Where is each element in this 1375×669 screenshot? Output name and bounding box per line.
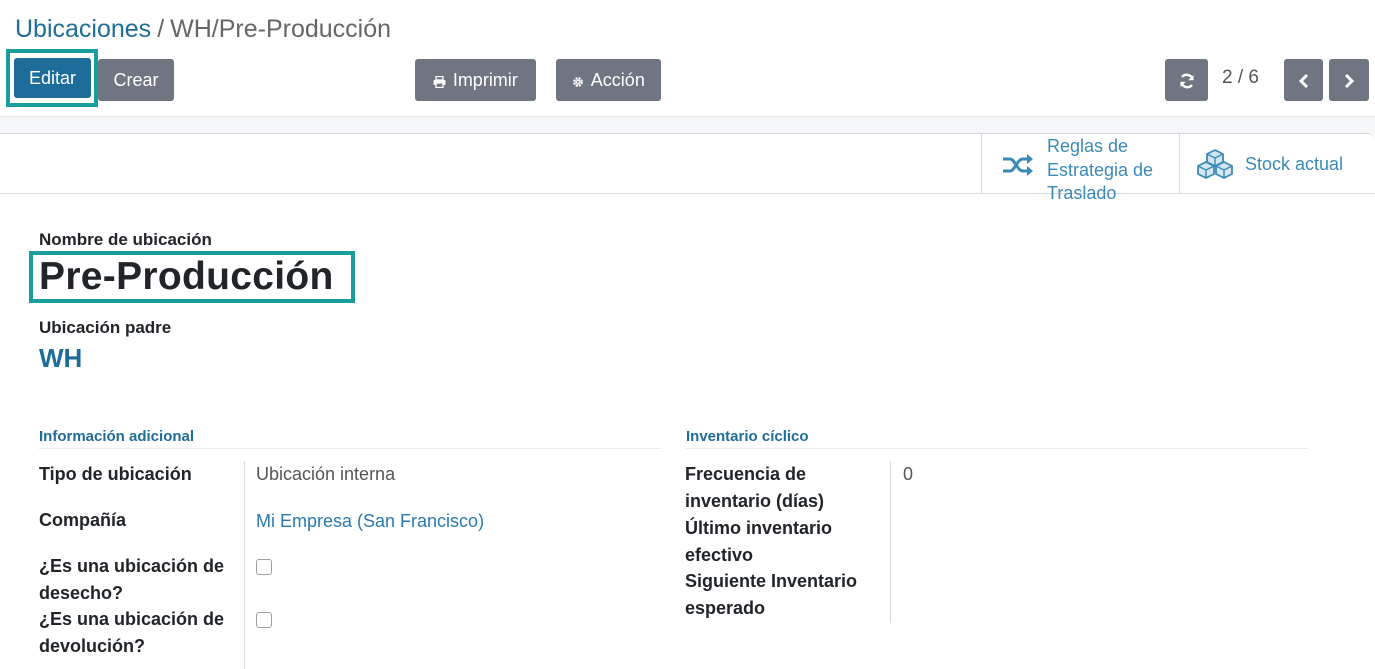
next-inventory-label: Siguiente Inventario esperado xyxy=(685,571,858,618)
content-divider xyxy=(0,116,1375,134)
location-type-label: Tipo de ubicación xyxy=(39,464,192,484)
cycle-label-column-divider xyxy=(890,461,891,623)
parent-location-link[interactable]: WH xyxy=(39,343,82,374)
parent-location-label: Ubicación padre xyxy=(39,318,172,337)
chevron-left-icon xyxy=(1298,70,1310,90)
smart-button-box: Reglas de Estrategia de Traslado Stock a… xyxy=(0,133,1375,203)
current-stock-label: Stock actual xyxy=(1245,154,1344,174)
print-label: Imprimir xyxy=(452,70,518,90)
scrap-location-label: ¿Es una ubicación de desecho? xyxy=(39,556,225,603)
putaway-rules-button[interactable]: Reglas de Estrategia de Traslado xyxy=(981,133,1179,203)
additional-info-separator xyxy=(39,448,661,449)
location-type-value: Ubicación interna xyxy=(256,464,396,484)
breadcrumb-parent-link[interactable]: Ubicaciones xyxy=(15,15,151,43)
pager-next-button[interactable] xyxy=(1329,59,1369,101)
create-button[interactable]: Crear xyxy=(98,59,174,101)
company-link[interactable]: Mi Empresa (San Francisco) xyxy=(256,508,484,534)
chevron-right-icon xyxy=(1343,70,1355,90)
label-column-divider xyxy=(244,461,245,669)
location-name-value: Pre-Producción xyxy=(39,255,334,298)
inventory-frequency-value[interactable]: 0 xyxy=(903,461,913,487)
edit-button[interactable]: Editar xyxy=(14,58,91,98)
control-panel: Ubicaciones / WH/Pre-Producción Editar Cre… xyxy=(0,0,1375,116)
return-location-checkbox[interactable] xyxy=(256,612,272,628)
action-button[interactable]: Acción xyxy=(556,59,661,101)
breadcrumb-separator: / xyxy=(157,15,165,43)
cubes-icon xyxy=(1196,149,1234,184)
gear-icon xyxy=(572,73,588,88)
reload-button[interactable] xyxy=(1165,59,1208,101)
pager-previous-button[interactable] xyxy=(1284,59,1323,101)
inventory-frequency-label: Frecuencia de inventario (días) xyxy=(685,464,825,511)
putaway-rules-label: Reglas de Estrategia de Traslado xyxy=(1047,136,1154,203)
action-label: Acción xyxy=(590,70,645,90)
company-label: Compañía xyxy=(39,510,127,530)
return-location-label: ¿Es una ubicación de devolución? xyxy=(39,609,225,656)
scrap-location-checkbox[interactable] xyxy=(256,559,272,575)
print-button[interactable]: Imprimir xyxy=(415,59,536,101)
breadcrumb: Ubicaciones / WH/Pre-Producción xyxy=(15,14,391,44)
breadcrumb-current: WH/Pre-Producción xyxy=(170,15,392,43)
refresh-icon xyxy=(1178,70,1196,90)
shuffle-icon xyxy=(1002,153,1034,182)
cycle-count-group-title: Inventario cíclico xyxy=(686,428,809,445)
cycle-count-separator xyxy=(686,448,1308,449)
additional-info-group-title: Información adicional xyxy=(39,428,195,445)
last-inventory-label: Último inventario efectivo xyxy=(685,518,833,565)
pager-value[interactable]: 2 / 6 xyxy=(1222,67,1259,89)
print-icon xyxy=(433,73,450,88)
current-stock-button[interactable]: Stock actual xyxy=(1179,133,1375,194)
location-name-label: Nombre de ubicación xyxy=(39,230,212,249)
